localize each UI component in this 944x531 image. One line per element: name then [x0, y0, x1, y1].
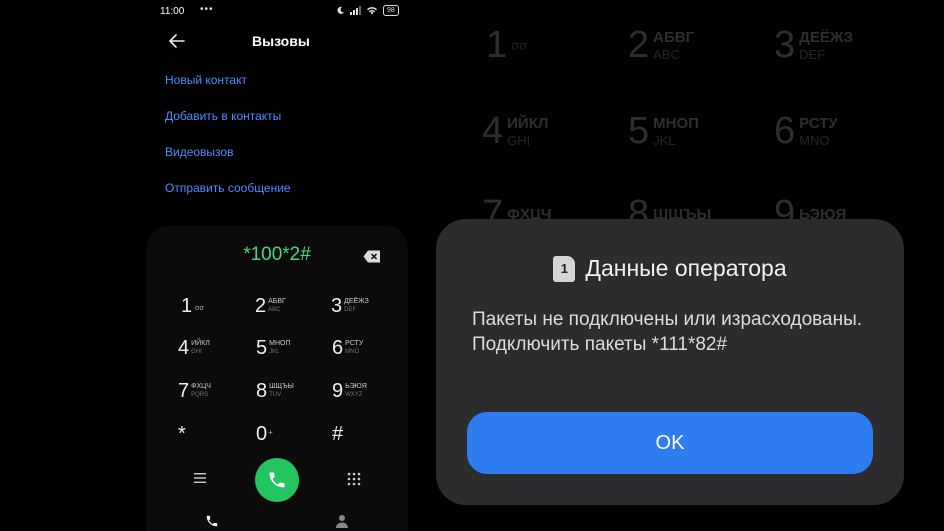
- key-letters-en: TUV: [269, 392, 282, 398]
- key-letters-ru: МНОП: [269, 340, 291, 347]
- operator-dialog: 1 Данные оператора Пакеты не подключены …: [436, 219, 904, 505]
- bg-key-letters-ru: АБВГ: [653, 28, 695, 46]
- bg-key-letters-en: GHI: [507, 132, 531, 148]
- bg-key-digit: 1: [486, 24, 508, 66]
- key-2[interactable]: 2 АБВГ ABC: [255, 288, 325, 324]
- bg-key-1: 1 σσ: [486, 24, 527, 67]
- key-1[interactable]: 1 σσ: [181, 288, 251, 324]
- operator-dialog-screen: 1 σσ 2 АБВГ ABC 3 ДЕЁЖЗ DEF 4 ИЙКЛ GHI 5 МН…: [418, 0, 944, 531]
- key-letters-en: DEF: [344, 307, 357, 313]
- bg-key-letters-en: JKL: [653, 132, 676, 148]
- key-letters-ru: АБВГ: [268, 298, 286, 305]
- key-digit: 7: [178, 379, 190, 402]
- bg-key-digit: 5: [628, 110, 650, 152]
- key-6[interactable]: 6 РСТУ MNO: [332, 330, 402, 366]
- key-digit: 8: [256, 379, 268, 402]
- tab-contacts-icon[interactable]: [335, 514, 349, 528]
- key-letters-en: MNO: [345, 349, 360, 355]
- new-contact-link[interactable]: Новый контакт: [165, 72, 291, 108]
- key-digit: 5: [256, 336, 268, 359]
- menu-icon[interactable]: [193, 472, 207, 484]
- bg-key-digit: 2: [628, 24, 650, 66]
- status-bar: 11:00 ••• 98: [0, 0, 418, 24]
- key-letters-en: GHI: [191, 349, 202, 355]
- moon-icon: [337, 6, 345, 14]
- key-4[interactable]: 4 ИЙКЛ GHI: [178, 330, 248, 366]
- bg-key-digit: 6: [774, 110, 796, 152]
- key-letters-ru: ИЙКЛ: [191, 340, 210, 347]
- dialpad-icon[interactable]: [347, 472, 361, 486]
- dialog-message: Пакеты не подключены или израсходованы. …: [472, 309, 863, 355]
- key-8[interactable]: 8 ШЩЪЫ TUV: [256, 373, 326, 409]
- bg-key-5: 5 МНОП JKL: [628, 110, 699, 153]
- header: Вызовы: [0, 28, 418, 56]
- voicemail-icon: σσ: [511, 38, 528, 53]
- bg-key-digit: 3: [774, 24, 796, 66]
- bg-key-6: 6 РСТУ MNO: [774, 110, 838, 153]
- video-call-link[interactable]: Видеовызов: [165, 144, 291, 180]
- key-7[interactable]: 7 ФХЦЧ PQRS: [178, 373, 248, 409]
- sim-card-icon: 1: [553, 255, 576, 282]
- send-message-link[interactable]: Отправить сообщение: [165, 180, 291, 216]
- ok-button[interactable]: OK: [467, 412, 873, 474]
- battery-indicator: 98: [383, 5, 399, 16]
- key-digit: 0: [256, 422, 268, 445]
- key-digit: 1: [181, 294, 193, 317]
- dialer-panel: *100*2# 1 σσ 2 АБВГ ABC 3 ДЕЁЖЗ DEF 4 ИЙКЛ…: [146, 226, 408, 531]
- status-more-icon: •••: [200, 4, 214, 15]
- key-letters-en: WXYZ: [345, 392, 363, 398]
- status-time: 11:00: [160, 6, 185, 17]
- bg-key-3: 3 ДЕЁЖЗ DEF: [774, 24, 853, 67]
- key-hash[interactable]: #: [332, 416, 402, 452]
- key-digit: 2: [255, 294, 267, 317]
- dialer-screen: 11:00 ••• 98 Вызовы Новый контакт Добави…: [0, 0, 418, 531]
- plus-sign: +: [268, 427, 273, 437]
- key-0[interactable]: 0 +: [256, 416, 326, 452]
- key-letters-ru: ДЕЁЖЗ: [344, 298, 369, 305]
- key-digit: 3: [331, 294, 343, 317]
- bg-key-letters-ru: РСТУ: [799, 114, 838, 132]
- backspace-icon[interactable]: [363, 250, 381, 263]
- key-5[interactable]: 5 МНОП JKL: [256, 330, 326, 366]
- dialog-header: 1 Данные оператора: [436, 255, 904, 282]
- bg-key-letters-ru: ИЙКЛ: [507, 114, 549, 132]
- bg-key-digit: 4: [482, 110, 504, 152]
- key-star[interactable]: *: [178, 416, 248, 452]
- wifi-icon: [367, 7, 377, 15]
- page-title: Вызовы: [252, 33, 310, 49]
- tab-phone-icon[interactable]: [205, 514, 219, 528]
- voicemail-icon: σσ: [195, 304, 204, 312]
- key-letters-ru: ЬЭЮЯ: [345, 383, 367, 390]
- bg-key-letters-en: MNO: [799, 132, 830, 148]
- add-to-contacts-link[interactable]: Добавить в контакты: [165, 108, 291, 144]
- bg-key-letters-en: DEF: [799, 46, 826, 62]
- action-menu: Новый контакт Добавить в контакты Видеов…: [165, 72, 291, 216]
- key-digit: 6: [332, 336, 344, 359]
- bg-key-2: 2 АБВГ ABC: [628, 24, 694, 67]
- status-icons: 98: [336, 5, 399, 16]
- bg-key-letters-ru: ДЕЁЖЗ: [799, 28, 854, 46]
- key-letters-ru: ШЩЪЫ: [269, 383, 294, 390]
- signal-icon: [350, 6, 361, 15]
- key-digit: 9: [332, 379, 344, 402]
- key-letters-en: PQRS: [191, 392, 209, 398]
- key-letters-ru: РСТУ: [345, 340, 364, 347]
- key-digit: *: [178, 422, 186, 445]
- bg-key-4: 4 ИЙКЛ GHI: [482, 110, 548, 153]
- bg-key-letters-en: ABC: [653, 46, 680, 62]
- bg-key-letters-ru: МНОП: [653, 114, 699, 132]
- dialog-title: Данные оператора: [585, 255, 787, 281]
- key-3[interactable]: 3 ДЕЁЖЗ DEF: [331, 288, 401, 324]
- phone-icon: [269, 472, 285, 488]
- back-arrow-icon[interactable]: [166, 30, 188, 52]
- key-digit: 4: [178, 336, 190, 359]
- key-letters-en: JKL: [269, 349, 280, 355]
- key-letters-en: ABC: [268, 307, 281, 313]
- key-letters-ru: ФХЦЧ: [191, 383, 211, 390]
- key-digit: #: [332, 422, 344, 445]
- call-button[interactable]: [255, 458, 299, 502]
- key-9[interactable]: 9 ЬЭЮЯ WXYZ: [332, 373, 402, 409]
